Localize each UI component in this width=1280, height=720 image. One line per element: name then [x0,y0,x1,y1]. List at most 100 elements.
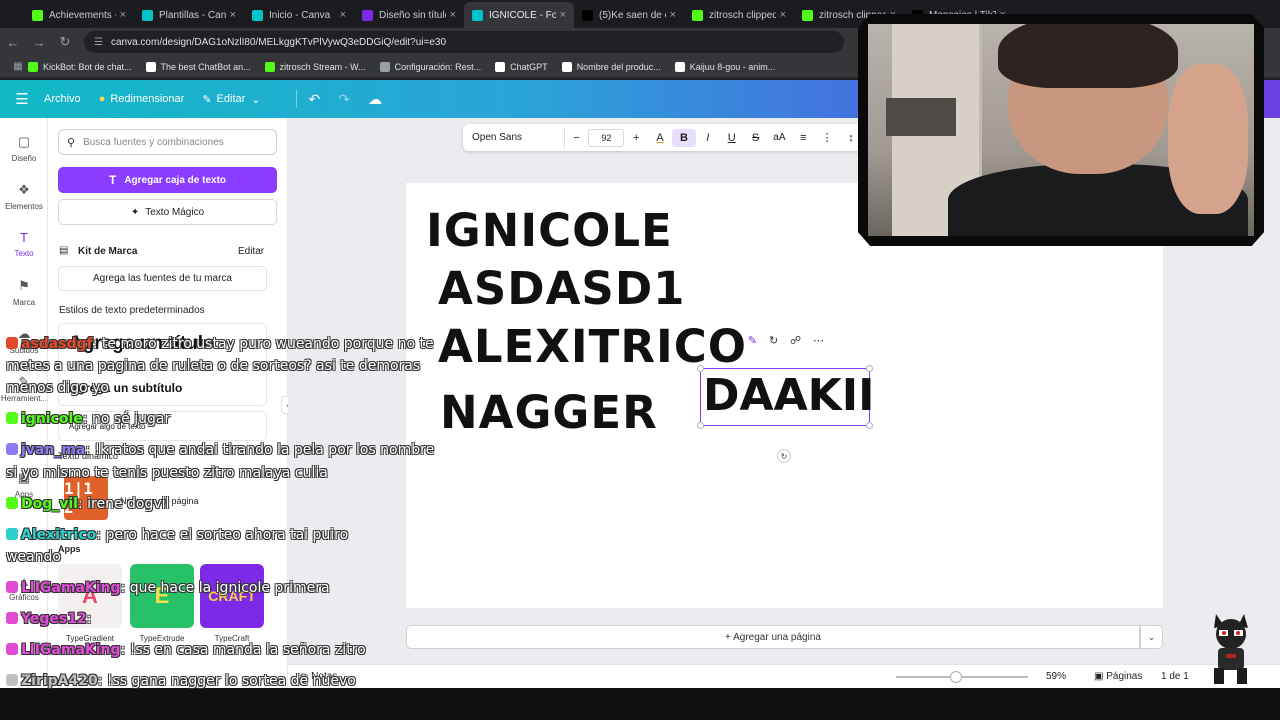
bookmark-item[interactable]: Kaijuu 8-gou - anim... [674,61,775,72]
close-icon[interactable]: × [780,9,786,21]
strikethrough-icon[interactable]: S [744,132,768,144]
text-panel: ⚲ Busca fuentes y combinaciones T Agrega… [48,118,288,688]
resize-handle-bl[interactable] [697,422,704,429]
font-family-value: Open Sans [472,132,523,143]
resize-handle-tr[interactable] [866,365,873,372]
browser-tab[interactable]: Diseño sin título × [354,2,464,28]
crown-icon: ● [98,93,106,105]
site-info-icon[interactable]: ☰ [94,37,103,48]
brand-fonts-button[interactable]: Agrega las fuentes de tu marca [58,266,267,291]
redo-icon[interactable]: ↷ [338,91,350,108]
align-center-icon[interactable]: ≡ [791,132,815,144]
rail-item-label: Diseño [11,154,37,163]
zoom-slider-track[interactable] [896,676,1028,678]
increase-size-button[interactable]: + [624,132,648,144]
webcam-overlay [858,14,1264,246]
brand-kit-icon: ▤ [59,245,69,256]
text-color-icon[interactable]: A [648,132,672,144]
edit-menu[interactable]: ✎ Editar ⌄ [202,93,265,106]
rail-item-elementos[interactable]: ❖ Elementos [0,182,48,211]
zoom-value[interactable]: 59% [1046,671,1066,682]
chat-message: jvan_ma: !kratos que andai tirando la pe… [6,442,434,458]
back-icon[interactable]: ← [0,35,26,50]
app-tile-typeextrude[interactable]: E [130,564,194,628]
rail-item-label: Elementos [5,202,43,211]
chat-username: Dog_vil [21,496,78,512]
chat-username: ignicole [21,411,83,427]
file-menu[interactable]: Archivo [44,93,81,105]
add-page-button[interactable]: + Agregar una página [406,625,1140,649]
browser-tab[interactable]: Achievements - K × [24,2,134,28]
underline-icon[interactable]: U [720,132,744,144]
magic-edit-icon[interactable]: ✎ [748,334,757,347]
app-tile-typecraft[interactable]: CRAFT [200,564,264,628]
close-icon[interactable]: × [230,9,236,21]
resize-handle-br[interactable] [866,422,873,429]
font-size-input[interactable]: 92 [588,128,625,147]
close-icon[interactable]: × [560,9,566,21]
close-icon[interactable]: × [120,9,126,21]
close-icon[interactable]: × [340,9,346,21]
add-textbox-button[interactable]: T Agregar caja de texto [58,167,277,193]
browser-tab[interactable]: Plantillas - Canva × [134,2,244,28]
browser-tab[interactable]: IGNICOLE - Fond × [464,2,574,28]
zoom-slider-thumb[interactable] [950,671,962,683]
list-icon[interactable]: ⋮ [815,131,839,144]
bookmark-item[interactable]: KickBot: Bot de chat... [28,61,132,72]
bookmark-item[interactable]: Configuración: Rest... [379,61,481,72]
bookmark-item[interactable]: Nombre del produc... [561,61,661,72]
bookmark-favicon-icon [379,61,390,72]
rail-item-diseo[interactable]: ▢ Diseño [0,134,48,163]
brand-kit-edit-link[interactable]: Editar [238,246,264,257]
more-options-icon[interactable]: ⋯ [813,334,824,347]
canvas-text-line-2[interactable]: ASDASD1 [438,262,686,315]
resize-button[interactable]: ● Redimensionar [99,93,185,105]
element-context-tools: ✎ ↻ ☍ ⋯ [742,329,830,351]
browser-tab[interactable]: (5)Ke saen de cor × [574,2,684,28]
chevron-down-icon[interactable]: ⌄ [1140,625,1163,649]
lock-icon[interactable]: ☍ [790,334,801,347]
rotate-handle-icon[interactable]: ↻ [777,449,791,463]
browser-tab[interactable]: Inicio - Canva × [244,2,354,28]
decrease-size-button[interactable]: − [565,132,589,144]
forward-icon[interactable]: → [26,35,52,50]
browser-tab[interactable]: zitrosch clipped b × [684,2,794,28]
bold-icon[interactable]: B [671,128,696,147]
undo-icon[interactable]: ↶ [309,91,321,108]
rail-item-label: Marca [12,298,36,307]
close-icon[interactable]: × [450,9,456,21]
font-family-select[interactable]: Open Sans [467,127,565,148]
rail-item-marca[interactable]: ⚑ Marca [0,278,48,307]
bookmark-item[interactable]: zitrosch Stream - W... [264,61,366,72]
address-bar[interactable]: ☰ canva.com/design/DAG1oNzlI80/MELkggKTv… [84,31,844,53]
apps-title: Apps [58,544,81,554]
add-textbox-label: Agregar caja de texto [124,174,227,186]
tab-label: zitrosch clipped b [709,9,776,21]
reload-icon[interactable]: ↻ [52,34,78,50]
canvas-text-line-4[interactable]: NAGGER [440,386,658,439]
letter-case-icon[interactable]: aA [767,132,791,143]
refresh-icon[interactable]: ↻ [769,334,778,347]
pages-button[interactable]: ▣ Páginas [1094,671,1142,682]
layout-icon: ▢ [17,134,31,149]
rail-item-texto[interactable]: T Texto [0,230,48,258]
italic-icon[interactable]: I [696,132,720,144]
resize-handle-tl[interactable] [697,365,704,372]
apps-grid-icon[interactable]: ▦ [8,61,28,72]
bookmark-label: The best ChatBot an... [160,61,251,72]
font-search-input[interactable]: ⚲ Busca fuentes y combinaciones [58,129,277,155]
shapes-icon: ❖ [18,182,30,197]
chat-text: : te moro zitro ustay puro wueando porqu… [92,336,434,352]
chat-text: menos digo yo [6,380,109,396]
magic-text-button[interactable]: ✦ Texto Mágico [58,199,277,225]
bookmark-label: KickBot: Bot de chat... [43,61,132,72]
bookmark-item[interactable]: The best ChatBot an... [145,61,251,72]
chat-badge-icon [6,612,18,624]
menu-icon[interactable]: ☰ [0,90,44,108]
selected-canvas-text[interactable]: DAAKII [703,370,874,421]
bookmark-item[interactable]: ChatGPT [495,61,548,72]
cloud-save-icon[interactable]: ☁ [368,91,382,108]
close-icon[interactable]: × [670,9,676,21]
canvas-text-line-1[interactable]: IGNICOLE [426,204,673,257]
chat-badge-icon [6,674,18,686]
